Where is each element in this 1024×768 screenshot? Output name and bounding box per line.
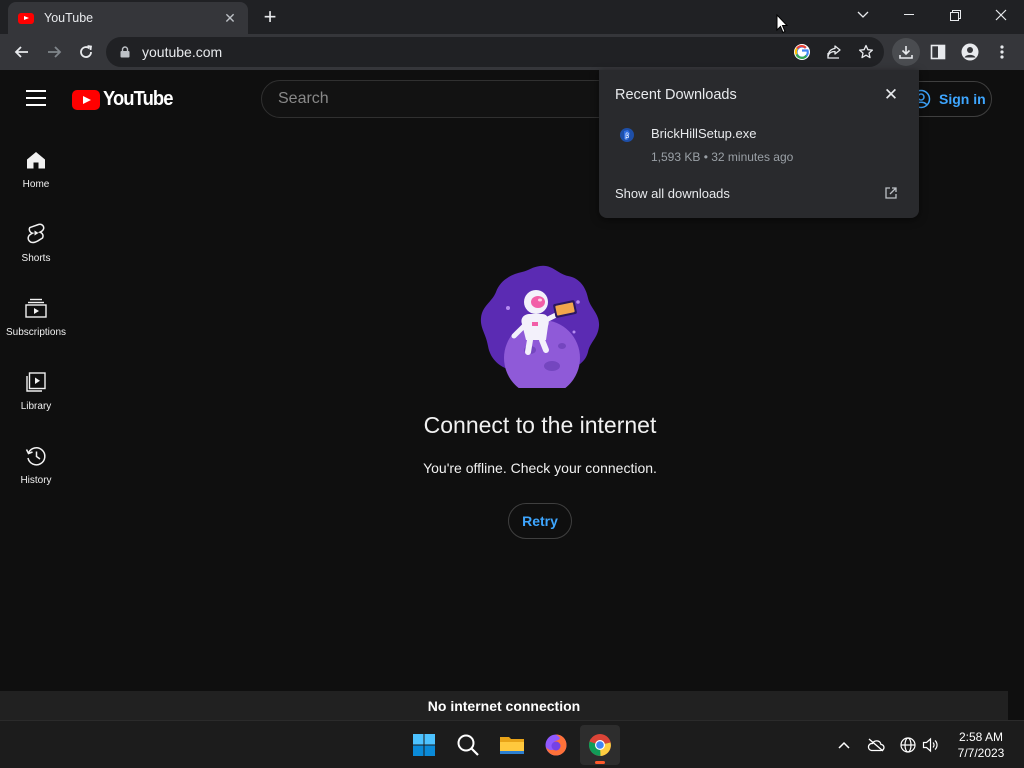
search-taskbar-button[interactable]: [448, 725, 488, 765]
profile-button[interactable]: [956, 38, 984, 66]
minimize-button[interactable]: [886, 0, 932, 30]
speaker-icon: [922, 737, 938, 753]
nav-item-shorts[interactable]: Shorts: [0, 200, 72, 270]
subscriptions-icon: [24, 296, 48, 320]
hamburger-menu-button[interactable]: [20, 86, 52, 110]
brickhill-file-icon: β: [620, 128, 634, 142]
google-lens-button[interactable]: [788, 38, 816, 66]
tab-title: YouTube: [44, 11, 94, 25]
folder-icon: [500, 737, 524, 754]
firefox-button[interactable]: [536, 725, 576, 765]
nav-item-subscriptions[interactable]: Subscriptions: [0, 274, 72, 344]
restore-button[interactable]: [932, 0, 978, 30]
reload-icon: [80, 45, 93, 58]
chrome-taskbar-button[interactable]: [580, 725, 620, 765]
firefox-icon: [545, 734, 567, 756]
youtube-logo-text: YouTube: [103, 88, 173, 110]
star-icon: [858, 44, 874, 59]
chevron-up-icon: [838, 741, 850, 749]
clock-time: 2:58 AM: [958, 730, 1004, 744]
reload-button[interactable]: [72, 38, 100, 66]
offline-message: You're offline. Check your connection.: [423, 460, 657, 476]
open-external-icon[interactable]: [883, 185, 899, 201]
side-panel-icon: [930, 44, 946, 60]
tab-youtube[interactable]: YouTube ✕: [8, 2, 248, 34]
history-icon: [24, 444, 48, 468]
address-bar[interactable]: youtube.com: [106, 37, 884, 67]
browser-toolbar: youtube.com: [0, 34, 1024, 70]
svg-text:β: β: [625, 132, 629, 140]
kebab-menu-icon: [1000, 45, 1004, 59]
windows-taskbar: 2:58 AM 7/7/2023: [0, 720, 1024, 768]
url-text: youtube.com: [142, 44, 223, 60]
sign-in-label: Sign in: [939, 91, 986, 107]
restore-icon: [949, 9, 961, 21]
download-file-name[interactable]: BrickHillSetup.exe: [651, 126, 757, 141]
chrome-menu-button[interactable]: [988, 38, 1016, 66]
nav-label: Library: [20, 401, 52, 412]
share-button[interactable]: [820, 38, 848, 66]
close-icon: [995, 9, 1007, 21]
arrow-left-icon: [14, 46, 28, 58]
hamburger-line: [26, 97, 46, 99]
chevron-down-icon: [857, 11, 869, 18]
profile-icon: [961, 43, 979, 61]
offline-title: Connect to the internet: [423, 412, 657, 438]
google-icon: [794, 44, 810, 60]
download-file-meta: 1,593 KB • 32 minutes ago: [651, 150, 794, 164]
show-hidden-icons-button[interactable]: [834, 735, 854, 755]
nav-label: Shorts: [21, 253, 51, 264]
volume-tray-button[interactable]: [920, 735, 940, 755]
bookmark-button[interactable]: [852, 38, 880, 66]
taskbar-clock[interactable]: 2:58 AM 7/7/2023: [948, 729, 1014, 761]
windows-logo-icon: [413, 734, 435, 756]
side-panel-button[interactable]: [924, 38, 952, 66]
minimize-icon: [904, 14, 914, 15]
hamburger-line: [26, 104, 46, 106]
downloads-button[interactable]: [892, 38, 920, 66]
file-explorer-button[interactable]: [492, 725, 532, 765]
search-icon: [457, 734, 479, 756]
home-icon: [24, 148, 48, 172]
recent-downloads-popup: Recent Downloads ✕ β BrickHillSetup.exe …: [599, 70, 919, 218]
shorts-icon: [24, 222, 48, 246]
onedrive-tray-button[interactable]: [866, 735, 886, 755]
share-icon: [827, 45, 841, 59]
close-downloads-button[interactable]: ✕: [881, 86, 901, 106]
network-tray-button[interactable]: [898, 735, 918, 755]
youtube-logo[interactable]: YouTube: [72, 88, 179, 111]
retry-button[interactable]: Retry: [508, 503, 572, 539]
downloads-title: Recent Downloads: [615, 87, 737, 103]
connection-status-bar: No internet connection: [0, 691, 1008, 720]
download-icon: [899, 46, 913, 59]
chrome-icon: [588, 734, 611, 756]
youtube-play-icon: [72, 89, 100, 110]
back-button[interactable]: [8, 38, 36, 66]
show-all-downloads-link[interactable]: Show all downloads: [615, 186, 730, 201]
youtube-favicon-icon: [18, 12, 34, 24]
new-tab-button[interactable]: +: [258, 6, 282, 30]
close-window-button[interactable]: [978, 0, 1024, 30]
nav-item-library[interactable]: Library: [0, 348, 72, 418]
nav-item-home[interactable]: Home: [0, 126, 72, 196]
tab-strip: YouTube ✕ +: [0, 0, 1024, 34]
cloud-offline-icon: [867, 738, 885, 752]
start-button[interactable]: [404, 725, 444, 765]
hamburger-line: [26, 90, 46, 92]
running-indicator: [595, 761, 605, 764]
arrow-right-icon: [48, 46, 62, 58]
clock-date: 7/7/2023: [957, 746, 1005, 760]
forward-button[interactable]: [40, 38, 68, 66]
tab-close-icon[interactable]: ✕: [222, 10, 238, 26]
tab-search-button[interactable]: [840, 0, 886, 30]
nav-item-history[interactable]: History: [0, 422, 72, 492]
lock-icon: [120, 46, 130, 58]
nav-label: Subscriptions: [5, 327, 67, 338]
offline-astronaut-illustration: [480, 265, 600, 388]
library-icon: [24, 370, 48, 394]
mouse-cursor-icon: [776, 14, 788, 34]
globe-icon: [900, 737, 916, 753]
nav-label: Home: [22, 179, 50, 190]
nav-label: History: [20, 475, 52, 486]
